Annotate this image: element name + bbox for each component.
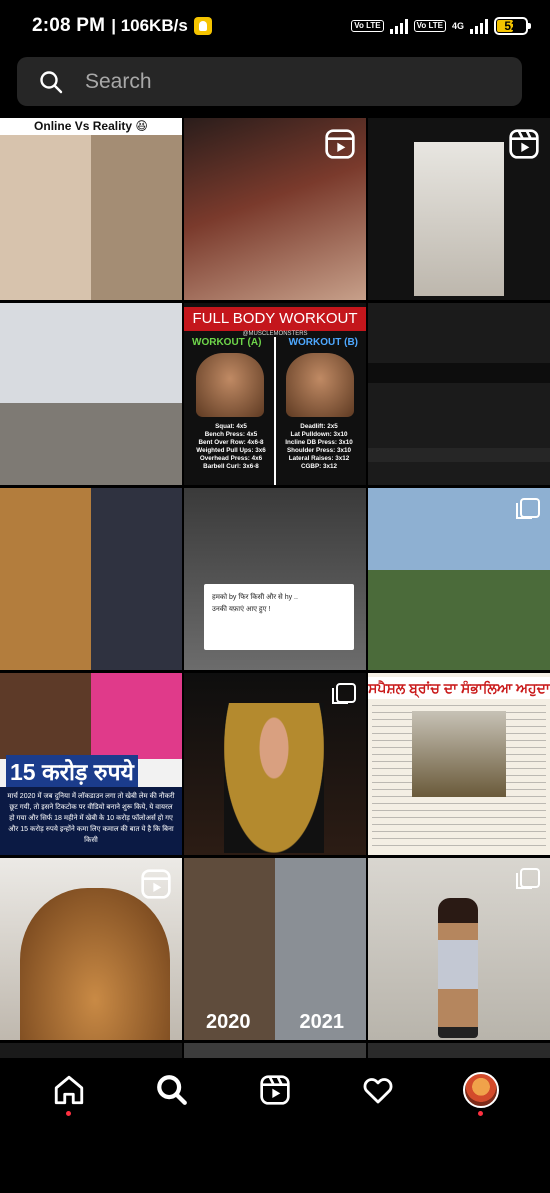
post-image bbox=[438, 898, 478, 1038]
nav-home[interactable] bbox=[39, 1060, 99, 1120]
workout-b-list: Deadlift: 2x5 Lat Pulldown: 3x10 Incline… bbox=[285, 423, 353, 470]
search-bar[interactable] bbox=[17, 57, 522, 106]
grid-post[interactable]: FULL BODY WORKOUT @MUSCLEMONSTERS WORKOU… bbox=[184, 303, 366, 485]
grid-post[interactable] bbox=[184, 118, 366, 300]
signal-icon bbox=[389, 18, 408, 34]
quote-card: हमको by फिर किसी और से hy .. उनकी यफ़ाएं… bbox=[204, 584, 354, 650]
grid-post[interactable]: हमको by फिर किसी और से hy .. उनकी यफ़ाएं… bbox=[184, 488, 366, 670]
workout-b-label: WORKOUT (B) bbox=[288, 337, 358, 348]
carousel-icon bbox=[516, 498, 540, 519]
post-image bbox=[0, 673, 182, 759]
grid-post[interactable] bbox=[368, 488, 550, 670]
battery-icon: 52 bbox=[494, 17, 531, 35]
heart-icon bbox=[363, 1078, 393, 1104]
reel-icon bbox=[509, 129, 539, 159]
nav-profile[interactable] bbox=[451, 1060, 511, 1120]
status-bar: 2:08 PM | 106KB/s Vo LTE Vo LTE 4G 52 bbox=[0, 0, 550, 52]
grid-post[interactable] bbox=[368, 303, 550, 485]
reels-icon bbox=[260, 1075, 290, 1105]
signal-icon-2 bbox=[470, 18, 488, 34]
search-icon bbox=[40, 70, 63, 93]
workout-a-label: WORKOUT (A) bbox=[192, 337, 262, 348]
avatar bbox=[462, 1072, 499, 1108]
year-label-before: 2020 bbox=[206, 1011, 251, 1033]
carousel-icon bbox=[332, 683, 356, 704]
post-title: ਸਪੈਸ਼ਲ ਬ੍ਰਾਂਚ ਦਾ ਸੰਭਾਲਿਆ ਅਹੁਦਾ bbox=[368, 677, 550, 699]
grid-post[interactable] bbox=[0, 303, 182, 485]
grid-post[interactable] bbox=[0, 488, 182, 670]
status-right: Vo LTE Vo LTE 4G 52 bbox=[351, 17, 531, 35]
post-image bbox=[412, 711, 506, 797]
post-text: मार्च 2020 में जब दुनिया में लॉकडाउन लगा… bbox=[0, 787, 182, 855]
grid-post[interactable]: 2020 2021 bbox=[184, 858, 366, 1040]
reel-icon bbox=[325, 129, 355, 159]
post-image bbox=[224, 703, 324, 853]
nav-activity[interactable] bbox=[348, 1060, 408, 1120]
post-title: FULL BODY WORKOUT bbox=[184, 307, 366, 331]
status-time: 2:08 PM bbox=[32, 15, 106, 36]
year-label-after: 2021 bbox=[299, 1011, 345, 1033]
post-image bbox=[286, 353, 354, 417]
grid-post[interactable] bbox=[184, 673, 366, 855]
snapchat-notification-icon bbox=[193, 17, 212, 35]
nav-explore[interactable] bbox=[142, 1060, 202, 1120]
quote-line-1: हमको by फिर किसी और से hy .. bbox=[212, 594, 298, 601]
carousel-icon bbox=[516, 868, 540, 889]
video-timeline bbox=[368, 363, 550, 383]
editor-toolbar bbox=[368, 448, 550, 462]
notification-dot bbox=[66, 1111, 72, 1116]
search-input[interactable] bbox=[85, 69, 485, 94]
grid-post[interactable]: ਸਪੈਸ਼ਲ ਬ੍ਰਾਂਚ ਦਾ ਸੰਭਾਲਿਆ ਅਹੁਦਾ bbox=[368, 673, 550, 855]
quote-line-2: उनकी यफ़ाएं आए हुए ! bbox=[212, 606, 271, 613]
battery-level: 52 bbox=[504, 19, 518, 33]
post-caption: Online Vs Reality 😆 bbox=[0, 118, 182, 135]
bottom-nav bbox=[0, 1058, 550, 1122]
status-speed: | 106KB/s bbox=[111, 16, 188, 35]
reel-icon bbox=[141, 869, 171, 899]
volte-icon: Vo LTE bbox=[351, 20, 384, 32]
grid-post[interactable] bbox=[368, 1043, 550, 1058]
home-icon bbox=[55, 1075, 84, 1105]
post-image bbox=[20, 888, 170, 1040]
post-image bbox=[414, 142, 504, 296]
grid-post[interactable]: Online Vs Reality 😆 bbox=[0, 118, 182, 300]
post-image bbox=[196, 353, 264, 417]
nav-reels[interactable] bbox=[245, 1060, 305, 1120]
grid-post[interactable] bbox=[184, 1043, 366, 1058]
grid-post[interactable] bbox=[0, 858, 182, 1040]
grid-post[interactable] bbox=[368, 858, 550, 1040]
explore-grid: Online Vs Reality 😆 FULL BODY WORKOUT @M… bbox=[0, 118, 550, 1058]
network-type: 4G bbox=[451, 20, 464, 31]
notification-dot bbox=[477, 1111, 483, 1116]
grid-post[interactable] bbox=[0, 1043, 182, 1058]
grid-post[interactable]: 15 करोड़ रुपये मार्च 2020 में जब दुनिया … bbox=[0, 673, 182, 855]
grid-post[interactable] bbox=[368, 118, 550, 300]
search-icon bbox=[157, 1075, 188, 1105]
post-headline: 15 करोड़ रुपये bbox=[6, 755, 138, 787]
volte-icon-2: Vo LTE bbox=[413, 20, 446, 32]
workout-a-list: Squat: 4x5 Bench Press: 4x5 Bent Over Ro… bbox=[196, 423, 266, 470]
